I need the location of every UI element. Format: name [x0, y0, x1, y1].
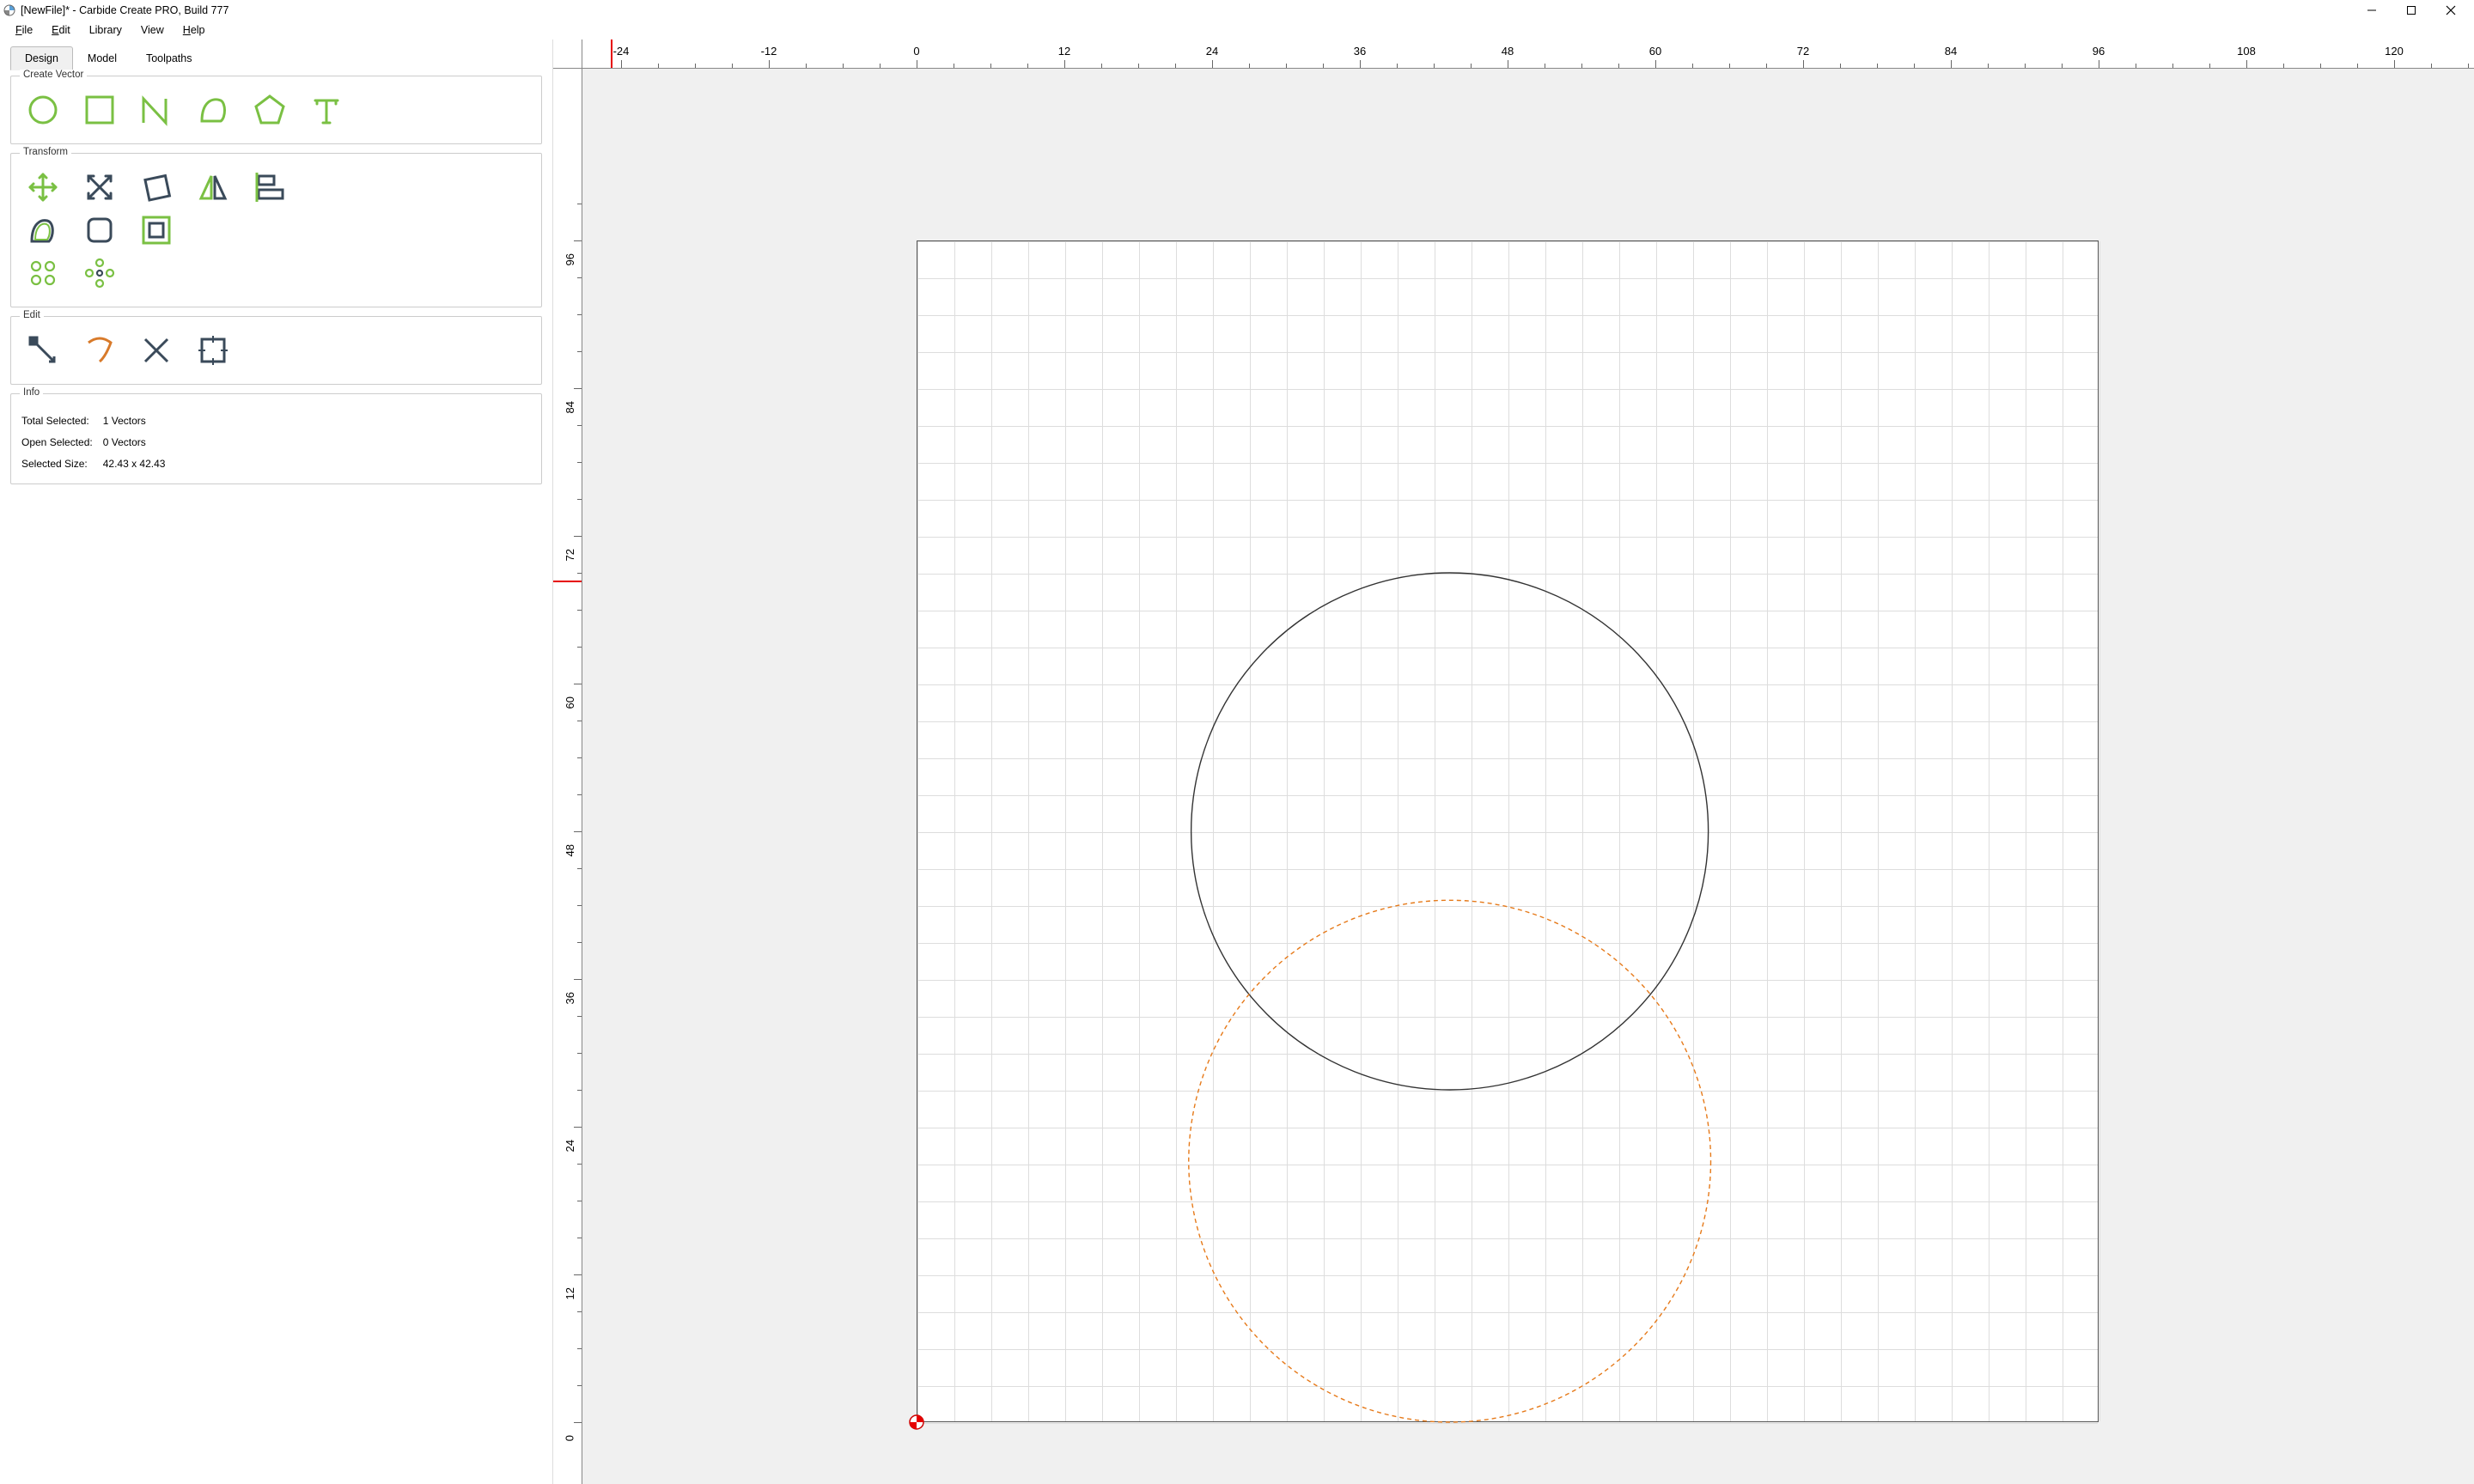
- ruler-h-label: 60: [1649, 45, 1661, 58]
- ruler-h-label: 24: [1206, 45, 1218, 58]
- origin-marker[interactable]: [908, 1414, 925, 1431]
- vector-circle-black[interactable]: [1191, 573, 1709, 1090]
- panel-edit: Edit: [10, 316, 542, 385]
- circle-tool[interactable]: [20, 92, 66, 128]
- menubar: File Edit Library View Help: [0, 21, 2474, 40]
- main-area: Design Model Toolpaths Create Vector: [0, 40, 2474, 1484]
- ruler-h-label: 108: [2237, 45, 2256, 58]
- ruler-v-marker[interactable]: [553, 581, 582, 582]
- app-icon: [3, 4, 15, 16]
- panel-create-vector: Create Vector: [10, 76, 542, 144]
- ruler-v-label: 72: [564, 549, 576, 561]
- ruler-h-label: 48: [1502, 45, 1514, 58]
- info-row-size: Selected Size: 42.43 x 42.43: [21, 454, 174, 474]
- minimize-button[interactable]: [2352, 0, 2392, 21]
- offset-tool[interactable]: [20, 212, 66, 248]
- ruler-v-label: 96: [564, 253, 576, 265]
- menu-help[interactable]: Help: [174, 22, 214, 38]
- ruler-h-label: 72: [1797, 45, 1809, 58]
- menu-help-rest: elp: [191, 24, 205, 36]
- polygon-tool[interactable]: [247, 92, 293, 128]
- trim-tool[interactable]: [133, 332, 180, 368]
- info-size-label: Selected Size:: [21, 454, 101, 474]
- menu-edit[interactable]: Edit: [43, 22, 79, 38]
- array-linear-tool[interactable]: [20, 255, 66, 291]
- ruler-h-label: 120: [2385, 45, 2404, 58]
- rectangle-tool[interactable]: [76, 92, 123, 128]
- ruler-v-label: 0: [564, 1435, 576, 1441]
- close-button[interactable]: [2431, 0, 2471, 21]
- menu-library[interactable]: Library: [81, 22, 131, 38]
- curve-tool[interactable]: [190, 92, 236, 128]
- node-edit-tool[interactable]: [20, 332, 66, 368]
- info-size-value: 42.43 x 42.43: [103, 454, 174, 474]
- transform-row-1: [20, 169, 533, 205]
- info-row-total: Total Selected: 1 Vectors: [21, 411, 174, 431]
- window-title: [NewFile]* - Carbide Create PRO, Build 7…: [21, 4, 229, 16]
- ruler-horizontal[interactable]: -24 -12 0 12 24 36 48 60 72 84 96 108 120: [582, 40, 2474, 69]
- ruler-v-label: 48: [564, 844, 576, 856]
- vector-circle-selected[interactable]: [1189, 900, 1711, 1422]
- ruler-h-label: 36: [1354, 45, 1366, 58]
- tab-design[interactable]: Design: [10, 46, 73, 70]
- ruler-h-label: 96: [2093, 45, 2105, 58]
- ruler-v-label: 24: [564, 1140, 576, 1152]
- ruler-v-label: 36: [564, 992, 576, 1004]
- vectors-layer: [582, 69, 2474, 1484]
- transform-row-3: [20, 255, 533, 291]
- info-table: Total Selected: 1 Vectors Open Selected:…: [20, 410, 175, 475]
- menu-file-rest: ile: [22, 24, 34, 36]
- canvas-area: -24-1201224364860728496108120 9684726048…: [553, 40, 2474, 1484]
- info-open-value: 0 Vectors: [103, 433, 174, 453]
- boolean-tool[interactable]: [76, 332, 123, 368]
- panel-title-edit: Edit: [20, 310, 44, 320]
- select-in-rect-tool[interactable]: [190, 332, 236, 368]
- ruler-h-label: -12: [761, 45, 777, 58]
- panel-title-transform: Transform: [20, 147, 71, 157]
- info-open-label: Open Selected:: [21, 433, 101, 453]
- polyline-tool[interactable]: [133, 92, 180, 128]
- scale-tool[interactable]: [76, 169, 123, 205]
- transform-row-2: [20, 212, 533, 248]
- panel-info: Info Total Selected: 1 Vectors Open Sele…: [10, 393, 542, 484]
- move-tool[interactable]: [20, 169, 66, 205]
- window-controls: [2352, 0, 2471, 21]
- corner-tool[interactable]: [76, 212, 123, 248]
- align-tool[interactable]: [247, 169, 293, 205]
- array-circular-tool[interactable]: [76, 255, 123, 291]
- maximize-button[interactable]: [2392, 0, 2431, 21]
- ruler-corner: [553, 40, 582, 69]
- left-panel: Design Model Toolpaths Create Vector: [0, 40, 553, 1484]
- panel-title-create-vector: Create Vector: [20, 70, 87, 80]
- ruler-vertical[interactable]: 96 84 72 60 48 36 24 12 0: [553, 69, 582, 1484]
- tab-toolpaths[interactable]: Toolpaths: [131, 46, 207, 70]
- tab-model[interactable]: Model: [73, 46, 131, 70]
- panel-title-info: Info: [20, 387, 43, 398]
- menu-view[interactable]: View: [132, 22, 173, 38]
- ruler-h-label: 84: [1945, 45, 1957, 58]
- info-total-value: 1 Vectors: [103, 411, 174, 431]
- ruler-h-label: 12: [1058, 45, 1070, 58]
- ruler-v-label: 84: [564, 401, 576, 413]
- ruler-h-label: 0: [913, 45, 919, 58]
- viewport[interactable]: [582, 69, 2474, 1484]
- mirror-tool[interactable]: [190, 169, 236, 205]
- titlebar: [NewFile]* - Carbide Create PRO, Build 7…: [0, 0, 2474, 21]
- menu-file[interactable]: File: [7, 22, 41, 38]
- info-row-open: Open Selected: 0 Vectors: [21, 433, 174, 453]
- ruler-h-label: -24: [613, 45, 630, 58]
- info-total-label: Total Selected:: [21, 411, 101, 431]
- text-tool[interactable]: [303, 92, 350, 128]
- edit-row: [20, 332, 533, 368]
- ruler-v-label: 12: [564, 1287, 576, 1299]
- fit-to-stock-tool[interactable]: [133, 212, 180, 248]
- menu-edit-rest: dit: [59, 24, 70, 36]
- panel-transform: Transform: [10, 153, 542, 307]
- create-vector-row: [20, 92, 533, 128]
- tabs: Design Model Toolpaths: [10, 46, 542, 70]
- ruler-v-label: 60: [564, 696, 576, 709]
- rotate-tool[interactable]: [133, 169, 180, 205]
